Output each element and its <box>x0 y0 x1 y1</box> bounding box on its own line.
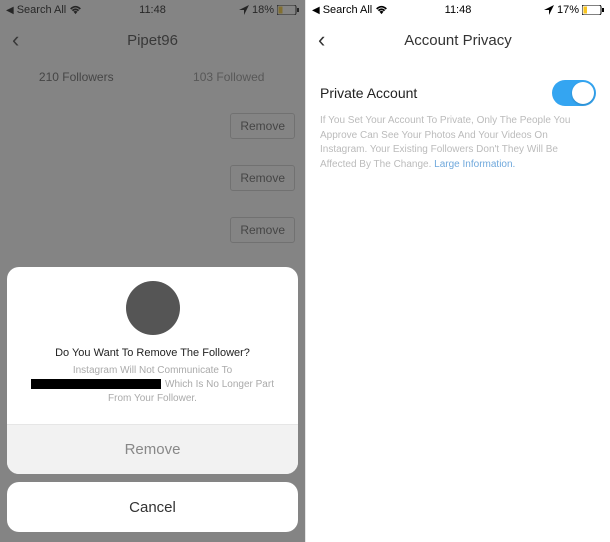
sheet-prompt: Do You Want To Remove The Follower? <box>7 347 298 359</box>
follower-row: Remove <box>10 100 295 152</box>
sheet-subtext: Instagram Will Not Communicate To Which … <box>7 364 298 406</box>
wifi-icon <box>69 5 82 15</box>
page-title: Account Privacy <box>404 32 512 49</box>
follower-tabs: 210 Followers 103 Followed <box>0 60 305 94</box>
redacted-name <box>31 379 161 389</box>
private-account-label: Private Account <box>320 85 417 101</box>
follower-row: Remove <box>10 152 295 204</box>
remove-follower-button[interactable]: Remove <box>230 217 295 243</box>
private-account-row: Private Account <box>320 70 596 112</box>
wifi-icon <box>375 5 388 15</box>
page-title: Pipet96 <box>127 32 178 49</box>
status-carrier: ◀Search All <box>312 4 388 16</box>
tab-followers[interactable]: 210 Followers <box>0 60 153 94</box>
private-account-toggle[interactable] <box>552 80 596 106</box>
private-account-description: If You Set Your Account To Private, Only… <box>320 114 596 172</box>
remove-follower-button[interactable]: Remove <box>230 165 295 191</box>
remove-follower-sheet: Do You Want To Remove The Follower? Inst… <box>7 267 298 474</box>
battery-icon <box>582 5 604 15</box>
sheet-cancel-button[interactable]: Cancel <box>7 482 298 532</box>
tab-followed[interactable]: 103 Followed <box>153 60 306 94</box>
battery-icon <box>277 5 299 15</box>
nav-bar-right: ‹ Account Privacy <box>306 20 610 60</box>
status-right: 17% <box>544 4 604 16</box>
follower-row: Remove <box>10 204 295 256</box>
status-bar-right: ◀Search All 11:48 17% <box>306 0 610 20</box>
avatar <box>126 281 180 335</box>
location-icon <box>239 5 249 15</box>
sheet-avatar <box>7 267 298 335</box>
status-time: 11:48 <box>139 4 166 16</box>
remove-follower-button[interactable]: Remove <box>230 113 295 139</box>
status-time: 11:48 <box>445 4 472 16</box>
more-info-link[interactable]: Large Information. <box>434 159 515 170</box>
status-right: 18% <box>239 4 299 16</box>
back-icon[interactable]: ‹ <box>318 27 325 53</box>
sheet-remove-button[interactable]: Remove <box>7 424 298 474</box>
back-icon[interactable]: ‹ <box>12 27 19 53</box>
status-carrier: ◀Search All <box>6 4 82 16</box>
status-bar-left: ◀Search All 11:48 18% <box>0 0 305 20</box>
nav-bar-left: ‹ Pipet96 <box>0 20 305 60</box>
location-icon <box>544 5 554 15</box>
